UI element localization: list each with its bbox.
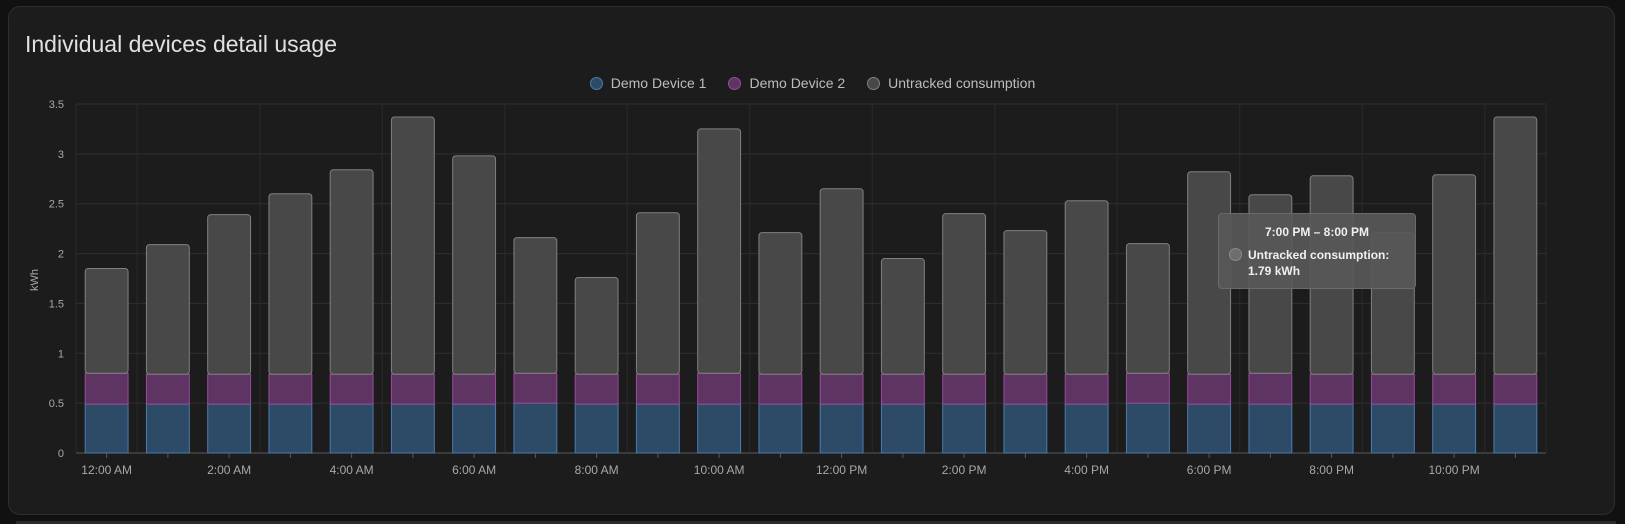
x-tick-label: 2:00 AM <box>207 463 251 477</box>
bar-segment <box>329 169 374 375</box>
bar-segment <box>1370 373 1415 405</box>
bar-segment <box>758 373 803 405</box>
bar-segment <box>1493 116 1538 375</box>
tooltip-series-value: 1.79 kWh <box>1248 264 1301 278</box>
bar-segment <box>390 373 435 405</box>
bar-segment <box>574 403 619 454</box>
bar-segment <box>942 373 987 405</box>
bar-segment <box>207 403 252 454</box>
x-tick-label: 6:00 PM <box>1187 463 1232 477</box>
bar-segment <box>819 188 864 375</box>
bar-segment <box>1493 403 1538 454</box>
bar-segment <box>1064 373 1109 405</box>
x-tick-label: 4:00 PM <box>1064 463 1109 477</box>
x-tick-label: 4:00 AM <box>330 463 374 477</box>
y-tick-label: 3 <box>58 149 64 161</box>
y-tick-label: 1 <box>58 348 64 360</box>
bar-segment <box>758 403 803 454</box>
bar-segment <box>819 403 864 454</box>
tooltip-row: Untracked consumption: 1.79 kWh <box>1229 247 1389 279</box>
bar-segment <box>697 128 742 374</box>
bar-segment <box>574 373 619 405</box>
bar-segment <box>1493 373 1538 405</box>
bar-segment <box>1125 372 1170 404</box>
bar-segment <box>635 373 680 405</box>
bar-segment <box>390 403 435 454</box>
bar-segment <box>697 403 742 454</box>
bar-segment <box>268 193 313 375</box>
x-tick-label: 2:00 PM <box>942 463 987 477</box>
bar-segment <box>880 373 925 405</box>
bar-segment <box>1248 372 1293 405</box>
bar-segment <box>84 372 129 405</box>
bar-segment <box>207 214 252 375</box>
bar-segment <box>1003 403 1048 454</box>
tooltip-series-label: Untracked consumption: <box>1248 248 1390 262</box>
bar-segment <box>452 373 497 405</box>
x-tick-label: 8:00 AM <box>575 463 619 477</box>
bar-segment <box>145 244 190 375</box>
y-tick-label: 1.5 <box>49 298 64 310</box>
y-tick-label: 2 <box>58 249 64 261</box>
y-tick-label: 0.5 <box>49 398 64 410</box>
bar-segment <box>880 403 925 454</box>
bar-segment <box>1125 402 1170 454</box>
bar-segment <box>84 403 129 454</box>
x-tick-label: 10:00 PM <box>1428 463 1479 477</box>
bar-segment <box>1432 174 1477 375</box>
bar-segment <box>452 155 497 375</box>
bar-segment <box>268 403 313 454</box>
tooltip-title: 7:00 PM – 8:00 PM <box>1264 225 1370 239</box>
bar-segment <box>1003 373 1048 405</box>
bar-segment <box>880 258 925 375</box>
y-axis-label: kWh <box>29 269 41 291</box>
x-tick-label: 6:00 AM <box>452 463 496 477</box>
bar-segment <box>942 213 987 375</box>
bar-segment <box>574 277 619 375</box>
y-tick-label: 0 <box>58 448 64 460</box>
bar-segment <box>1432 403 1477 454</box>
bar-segment <box>1003 230 1048 375</box>
bar-segment <box>207 373 252 405</box>
chart-tooltip: 7:00 PM – 8:00 PM Untracked consumption:… <box>1218 213 1416 289</box>
bar-segment <box>1064 200 1109 375</box>
x-tick-label: 10:00 AM <box>694 463 745 477</box>
bar-segment <box>329 373 374 405</box>
bar-segment <box>758 232 803 375</box>
bar-segment <box>513 237 558 374</box>
bar-segment <box>635 212 680 375</box>
bar-segment <box>1432 373 1477 405</box>
bar-segment <box>513 372 558 404</box>
bar-segment <box>1370 403 1415 454</box>
y-tick-label: 3.5 <box>49 99 64 111</box>
bar-segment <box>145 403 190 454</box>
bar-segment <box>1248 403 1293 454</box>
x-tick-label: 12:00 PM <box>816 463 867 477</box>
bar-segment <box>1309 373 1354 405</box>
x-tick-label: 12:00 AM <box>81 463 132 477</box>
y-tick-label: 2.5 <box>49 199 64 211</box>
bar-segment <box>942 403 987 454</box>
bar-segment <box>329 403 374 454</box>
bar-segment <box>1064 403 1109 454</box>
bar-segment <box>635 403 680 454</box>
bar-segment <box>452 403 497 454</box>
tooltip-series-dot-icon <box>1229 248 1242 261</box>
bar-segment <box>1187 403 1232 454</box>
bar-segment <box>390 116 435 375</box>
bar-segment <box>84 268 129 374</box>
bar-segment <box>1309 403 1354 454</box>
bar-segment <box>819 373 864 405</box>
x-tick-label: 8:00 PM <box>1309 463 1354 477</box>
bar-segment <box>513 402 558 454</box>
bar-segment <box>268 373 313 405</box>
bar-segment <box>697 372 742 405</box>
bar-segment <box>1125 243 1170 374</box>
bar-segment <box>1187 373 1232 405</box>
bar-segment <box>145 373 190 405</box>
